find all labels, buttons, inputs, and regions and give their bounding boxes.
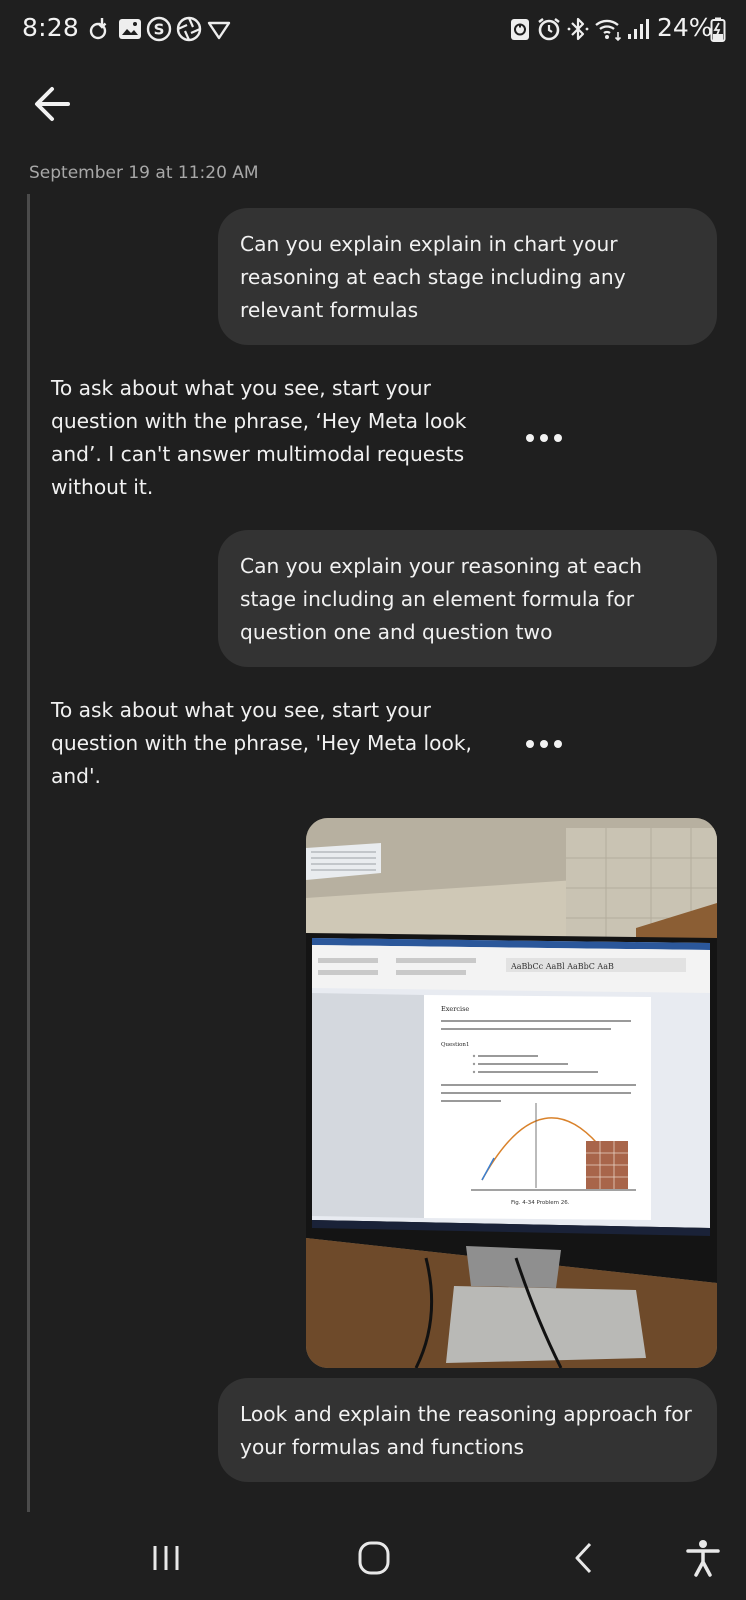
- battery-saver-icon: [511, 19, 529, 40]
- battery-charging-icon: [710, 17, 726, 42]
- navigation-bar: [0, 1518, 746, 1600]
- user-message-bubble[interactable]: Can you explain explain in chart your re…: [218, 208, 717, 345]
- user-message-bubble[interactable]: Look and explain the reasoning approach …: [218, 1378, 717, 1482]
- back-nav-button[interactable]: [562, 1538, 608, 1578]
- figure-caption: Fig. 4-34 Problem 26.: [511, 1200, 570, 1206]
- aperture-notification-icon: [176, 16, 202, 42]
- accessibility-icon[interactable]: [680, 1538, 726, 1578]
- status-time: 8:28: [22, 13, 79, 42]
- conversation-timestamp: September 19 at 11:20 AM: [29, 163, 259, 183]
- status-bar: 8:28 S 24%: [0, 0, 746, 56]
- vpn-notification-icon: [207, 21, 231, 40]
- back-arrow-button[interactable]: [28, 80, 76, 128]
- bluetooth-icon: [567, 17, 589, 41]
- thread-line: [27, 194, 30, 1512]
- alarm-icon: [538, 18, 560, 41]
- document-subheading: Question1: [441, 1042, 469, 1048]
- s-app-notification-icon: S: [146, 16, 172, 42]
- signal-icon: [628, 19, 649, 39]
- gallery-notification-icon: [119, 19, 141, 39]
- more-options-icon[interactable]: [524, 432, 564, 444]
- photo-attachment[interactable]: AaBbCc AaBl AaBbC AaB Exercise Question1…: [306, 818, 717, 1368]
- assistant-message: To ask about what you see, start your qu…: [51, 698, 472, 788]
- recent-apps-button[interactable]: [143, 1538, 189, 1578]
- document-heading: Exercise: [441, 1005, 469, 1013]
- wifi-icon: [595, 19, 622, 42]
- svg-text:AaBbCc AaBl AaBbC AaB: AaBbCc AaBl AaBbC AaB: [510, 962, 614, 971]
- user-message-bubble[interactable]: Can you explain your reasoning at each s…: [218, 530, 717, 667]
- home-button[interactable]: [351, 1538, 397, 1578]
- download-notification-icon: [89, 18, 107, 40]
- more-options-icon[interactable]: [524, 738, 564, 750]
- svg-text:S: S: [154, 21, 165, 39]
- assistant-message: To ask about what you see, start your qu…: [51, 376, 467, 499]
- battery-percentage: 24%: [657, 13, 713, 42]
